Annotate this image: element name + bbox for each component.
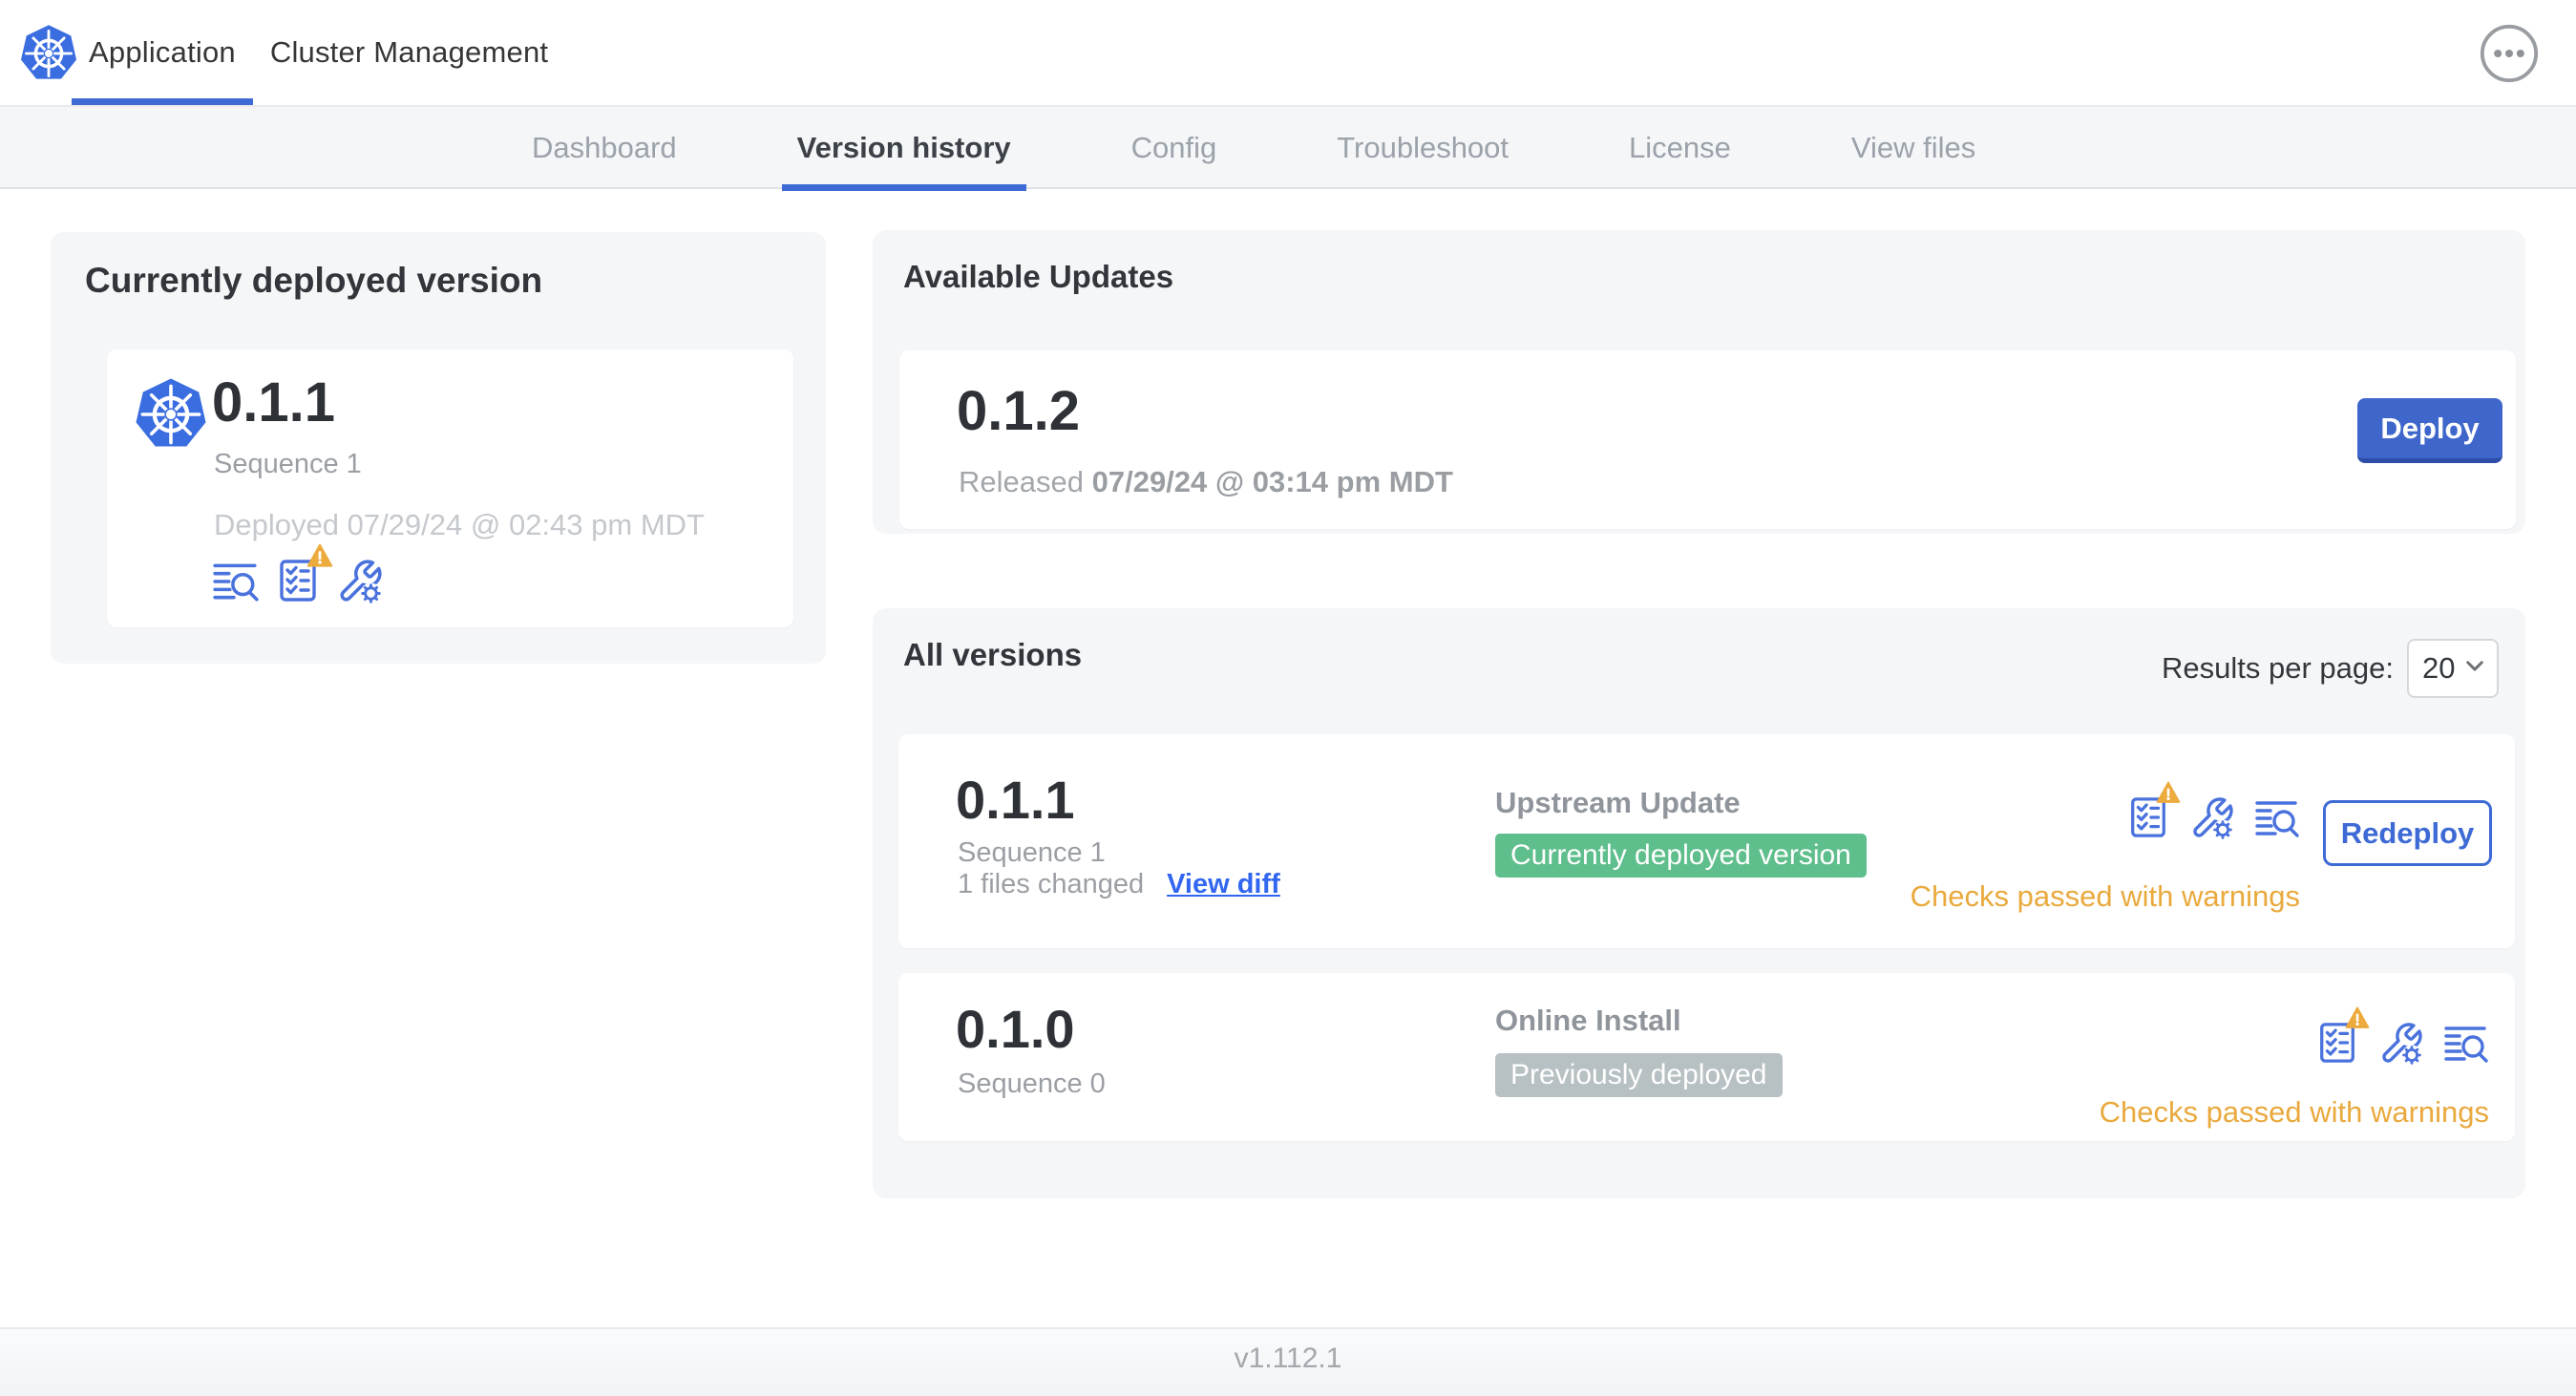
results-per-page-select[interactable]: 20: [2407, 639, 2499, 698]
update-released-line: Released 07/29/24 @ 03:14 pm MDT: [959, 465, 1453, 499]
tab-license-label: License: [1629, 131, 1731, 164]
row-source-label: Online Install: [1495, 1004, 1681, 1037]
currently-deployed-badge: Currently deployed version: [1495, 834, 1867, 878]
preflight-checks-icon[interactable]: [2315, 1019, 2359, 1071]
kubernetes-logo-icon: [19, 23, 78, 84]
chevron-down-icon: [2462, 651, 2487, 686]
results-per-page-value: 20: [2422, 651, 2456, 685]
released-prefix: Released: [959, 465, 1084, 498]
checks-status[interactable]: Checks passed with warnings: [2100, 1095, 2489, 1130]
all-versions-card: All versions Results per page: 20 0.1.1 …: [873, 608, 2525, 1198]
checks-status[interactable]: Checks passed with warnings: [1911, 879, 2300, 914]
tab-view-files[interactable]: View files: [1836, 107, 1991, 189]
currently-deployed-card: Currently deployed version 0.1.1 Sequenc…: [51, 232, 826, 664]
app-header: Application Cluster Management: [0, 0, 2576, 107]
results-per-page: Results per page: 20: [2162, 639, 2499, 698]
row-files-line: 1 files changed View diff: [958, 869, 1280, 900]
config-icon[interactable]: [2378, 1021, 2424, 1071]
available-updates-card: Available Updates 0.1.2 Released 07/29/2…: [873, 230, 2525, 534]
row-sequence: Sequence 0: [958, 1068, 1106, 1099]
currently-deployed-title: Currently deployed version: [85, 261, 543, 300]
deployed-timestamp: Deployed 07/29/24 @ 02:43 pm MDT: [214, 508, 705, 541]
diff-icon[interactable]: [2254, 795, 2300, 846]
config-icon[interactable]: [2189, 795, 2235, 846]
version-row-0-1-0: 0.1.0 Sequence 0 Online Install Previous…: [898, 973, 2515, 1141]
tab-dashboard[interactable]: Dashboard: [517, 107, 692, 189]
version-row-0-1-1: 0.1.1 Sequence 1 1 files changed View di…: [898, 734, 2515, 948]
diff-icon[interactable]: [2443, 1021, 2489, 1071]
row-action-icons: [2126, 793, 2300, 846]
results-per-page-label: Results per page:: [2162, 651, 2394, 685]
tab-view-files-label: View files: [1850, 131, 1976, 164]
view-diff-link[interactable]: View diff: [1167, 869, 1280, 900]
deployed-sequence: Sequence 1: [214, 449, 362, 479]
row-version-number: 0.1.0: [956, 999, 1075, 1059]
diff-icon[interactable]: [212, 558, 260, 610]
update-version-number: 0.1.2: [957, 380, 1080, 442]
tab-cluster-management[interactable]: Cluster Management: [253, 0, 565, 105]
previously-deployed-badge: Previously deployed: [1495, 1053, 1783, 1097]
tab-config-label: Config: [1130, 131, 1217, 164]
subnav-tabs: Dashboard Version history Config Trouble…: [517, 107, 1991, 191]
more-options-icon[interactable]: [2479, 23, 2540, 84]
tab-version-history[interactable]: Version history: [781, 107, 1026, 191]
tab-dashboard-label: Dashboard: [532, 131, 677, 164]
warning-triangle-icon: [2344, 1005, 2373, 1032]
row-version-number: 0.1.1: [956, 770, 1075, 830]
tab-license[interactable]: License: [1614, 107, 1746, 189]
kubernetes-app-icon: [134, 376, 208, 453]
preflight-checks-icon[interactable]: [2126, 793, 2170, 846]
available-update-row: 0.1.2 Released 07/29/24 @ 03:14 pm MDT D…: [899, 350, 2516, 529]
all-versions-title: All versions: [903, 637, 1083, 672]
row-sequence: Sequence 1: [958, 837, 1106, 868]
tab-troubleshoot-label: Troubleshoot: [1337, 131, 1510, 164]
tab-application-label: Application: [89, 35, 236, 69]
tab-application[interactable]: Application: [72, 0, 253, 105]
available-updates-title: Available Updates: [903, 259, 1174, 294]
tab-config[interactable]: Config: [1116, 107, 1233, 189]
tab-version-history-label: Version history: [796, 131, 1011, 164]
preflight-checks-icon[interactable]: [275, 556, 321, 610]
tab-cluster-management-label: Cluster Management: [269, 35, 549, 69]
tab-troubleshoot[interactable]: Troubleshoot: [1321, 107, 1524, 189]
released-date: 07/29/24 @ 03:14 pm MDT: [1091, 465, 1453, 498]
app-subnav: Dashboard Version history Config Trouble…: [0, 107, 2576, 191]
version-history-page: Application Cluster Management Dashboard…: [0, 0, 2576, 1396]
currently-deployed-version-panel: 0.1.1 Sequence 1 Deployed 07/29/24 @ 02:…: [107, 349, 793, 627]
files-changed-label: 1 files changed: [958, 869, 1145, 899]
app-footer: v1.112.1: [0, 1327, 2576, 1396]
config-icon[interactable]: [336, 558, 384, 610]
warning-triangle-icon: [2155, 780, 2184, 807]
deployed-version-number: 0.1.1: [212, 371, 335, 434]
warning-triangle-icon: [306, 542, 334, 569]
row-source-label: Upstream Update: [1495, 786, 1741, 819]
deploy-button[interactable]: Deploy: [2357, 398, 2502, 463]
row-action-icons: [2315, 1019, 2489, 1071]
redeploy-button[interactable]: Redeploy: [2323, 800, 2492, 866]
header-tabs: Application Cluster Management: [72, 0, 565, 105]
deployed-version-actions: [212, 556, 384, 610]
console-version: v1.112.1: [1234, 1343, 1342, 1374]
